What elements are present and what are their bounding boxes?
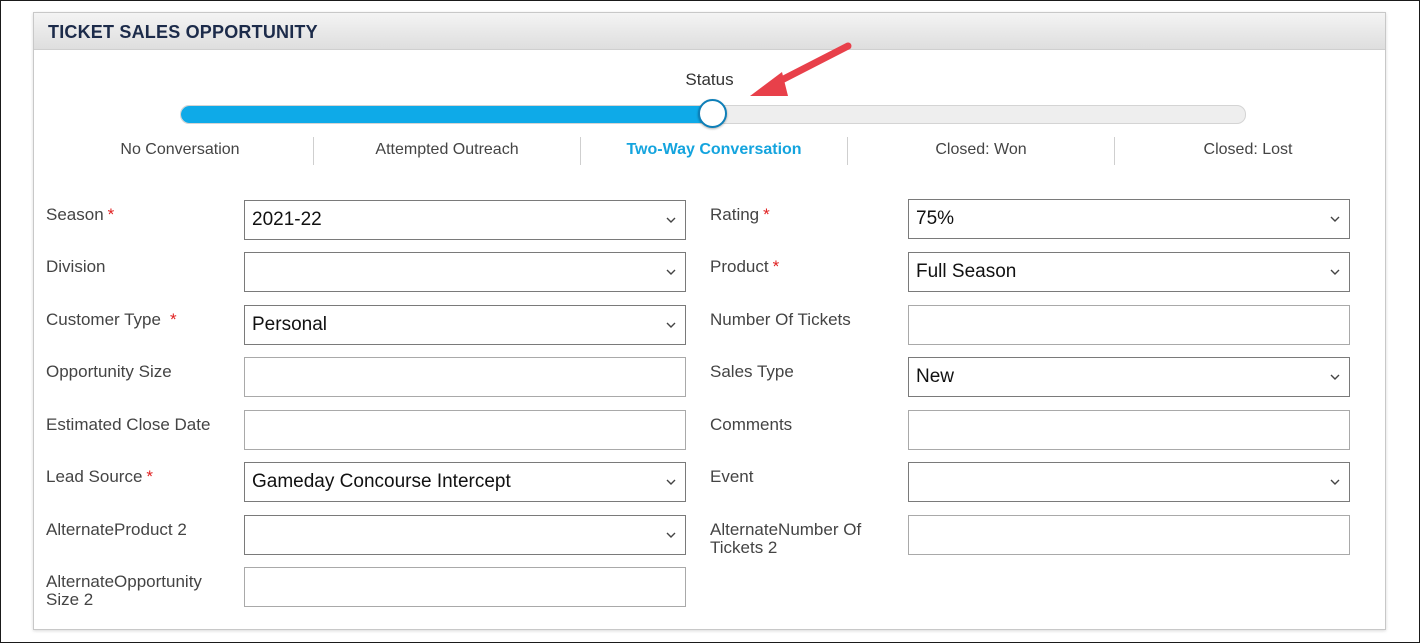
event-select[interactable] — [908, 462, 1350, 502]
rating-label: Rating * — [710, 205, 770, 224]
season-value: 2021-22 — [252, 209, 322, 230]
lead-source-select[interactable]: Gameday Concourse Intercept — [244, 462, 686, 502]
chevron-down-icon — [1330, 374, 1340, 380]
status-slider-fill — [181, 106, 713, 123]
annotation-arrow-icon — [750, 42, 852, 96]
number-of-tickets-input[interactable] — [908, 305, 1350, 345]
season-select[interactable]: 2021-22 — [244, 200, 686, 240]
chevron-down-icon — [666, 479, 676, 485]
status-label: Status — [685, 70, 734, 89]
stage-closed-lost[interactable]: Closed: Lost — [1114, 137, 1381, 165]
stage-no-conversation[interactable]: No Conversation — [47, 137, 313, 165]
alternate-product-2-select[interactable] — [244, 515, 686, 555]
comments-input[interactable] — [908, 410, 1350, 450]
comments-label: Comments — [710, 415, 793, 434]
alternate-number-of-tickets-2-label: AlternateNumber Of Tickets 2 — [710, 520, 862, 557]
customer-type-value: Personal — [252, 314, 327, 335]
stage-two-way-conversation[interactable]: Two-Way Conversation — [580, 137, 847, 165]
division-select[interactable] — [244, 252, 686, 292]
product-value: Full Season — [916, 261, 1017, 282]
rating-select[interactable]: 75% — [908, 199, 1350, 239]
alternate-product-2-label: AlternateProduct 2 — [46, 520, 187, 539]
rating-value: 75% — [916, 208, 955, 229]
estimated-close-date-input[interactable] — [244, 410, 686, 450]
stage-attempted-outreach[interactable]: Attempted Outreach — [313, 137, 580, 165]
panel-header: TICKET SALES OPPORTUNITY — [34, 13, 1385, 50]
chevron-down-icon — [666, 532, 676, 538]
product-select[interactable]: Full Season — [908, 252, 1350, 292]
required-marker: * — [763, 205, 770, 224]
chevron-down-icon — [1330, 216, 1340, 222]
opportunity-size-input[interactable] — [244, 357, 686, 397]
season-label: Season * — [46, 205, 115, 224]
stage-closed-won[interactable]: Closed: Won — [847, 137, 1114, 165]
sales-type-label: Sales Type — [710, 362, 794, 381]
chevron-down-icon — [666, 217, 676, 223]
required-marker: * — [146, 467, 154, 486]
status-slider-track[interactable] — [180, 99, 1246, 128]
chevron-down-icon — [1330, 269, 1340, 275]
number-of-tickets-label: Number Of Tickets — [710, 310, 851, 329]
event-label: Event — [710, 467, 754, 486]
status-slider-thumb[interactable] — [698, 99, 727, 128]
lead-source-label: Lead Source * — [46, 467, 154, 486]
customer-type-select[interactable]: Personal — [244, 305, 686, 345]
ticket-sales-opportunity-panel: TICKET SALES OPPORTUNITY Status No Conve… — [33, 12, 1386, 630]
lead-source-value: Gameday Concourse Intercept — [252, 471, 511, 492]
alternate-opportunity-size-2-input[interactable] — [244, 567, 686, 607]
estimated-close-date-label: Estimated Close Date — [46, 415, 211, 434]
customer-type-label: Customer Type * — [46, 310, 177, 329]
panel-title: TICKET SALES OPPORTUNITY — [48, 22, 318, 42]
alternate-opportunity-size-2-label: AlternateOpportunity Size 2 — [46, 572, 202, 609]
chevron-down-icon — [666, 269, 676, 275]
sales-type-value: New — [916, 366, 955, 387]
required-marker: * — [772, 257, 780, 276]
division-label: Division — [46, 257, 106, 276]
chevron-down-icon — [666, 322, 676, 328]
product-label: Product * — [710, 257, 780, 276]
sales-type-select[interactable]: New — [908, 357, 1350, 397]
alternate-number-of-tickets-2-input[interactable] — [908, 515, 1350, 555]
chevron-down-icon — [1330, 479, 1340, 485]
opportunity-size-label: Opportunity Size — [46, 362, 172, 381]
status-stages: No Conversation Attempted Outreach Two-W… — [47, 137, 1381, 165]
required-marker: * — [107, 205, 115, 224]
required-marker: * — [169, 310, 177, 329]
